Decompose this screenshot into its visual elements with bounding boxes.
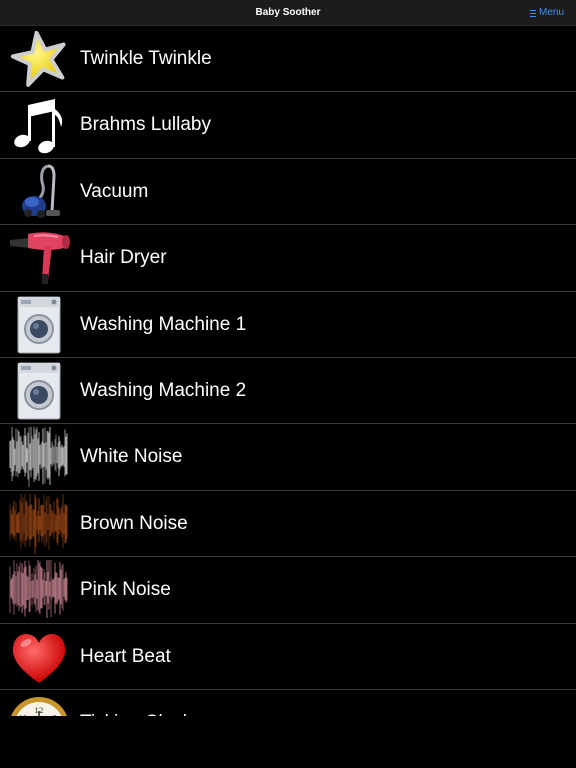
sound-label: Washing Machine 1	[80, 313, 247, 335]
pink-noise-waveform-icon	[8, 560, 70, 620]
star-icon	[8, 29, 70, 89]
sound-row-vacuum[interactable]: Vacuum	[0, 159, 576, 226]
sound-label: Pink Noise	[80, 579, 171, 601]
hair-dryer-icon	[8, 228, 70, 288]
sound-label: Ticking Clock	[80, 690, 192, 716]
menu-button[interactable]: Menu	[529, 0, 564, 26]
navigation-bar: Baby Soother Menu	[0, 0, 576, 26]
washing-machine-icon	[8, 361, 70, 421]
app-title: Baby Soother	[255, 7, 321, 18]
sound-label: Brown Noise	[80, 512, 188, 534]
sound-row-washing-machine-1[interactable]: Washing Machine 1	[0, 292, 576, 358]
sound-label: Heart Beat	[80, 645, 171, 667]
sound-row-ticking-clock[interactable]: 12 10 2 Ticking Clock	[0, 690, 576, 716]
sound-row-white-noise[interactable]: White Noise	[0, 424, 576, 491]
app-root: Baby Soother Menu Twinkle Twinkle Brahms…	[0, 0, 576, 768]
white-noise-waveform-icon	[8, 427, 70, 488]
vacuum-icon	[8, 162, 70, 222]
sound-row-twinkle-twinkle[interactable]: Twinkle Twinkle	[0, 26, 576, 93]
sound-label: Washing Machine 2	[80, 379, 247, 401]
sound-label: Brahms Lullaby	[80, 114, 211, 136]
sound-row-brahms-lullaby[interactable]: Brahms Lullaby	[0, 92, 576, 159]
sound-label: Vacuum	[80, 180, 149, 202]
music-note-icon	[8, 95, 70, 155]
sound-row-heart-beat[interactable]: Heart Beat	[0, 624, 576, 690]
washing-machine-icon	[8, 295, 70, 355]
sound-label: Hair Dryer	[80, 247, 167, 269]
hamburger-icon	[529, 9, 536, 17]
sound-row-pink-noise[interactable]: Pink Noise	[0, 557, 576, 624]
sound-label: White Noise	[80, 446, 183, 468]
menu-button-label: Menu	[538, 7, 564, 18]
sound-label: Twinkle Twinkle	[80, 48, 212, 69]
clock-icon: 12 10 2	[8, 693, 70, 716]
sound-row-brown-noise[interactable]: Brown Noise	[0, 491, 576, 558]
sound-list[interactable]: Twinkle Twinkle Brahms Lullaby Vacuum Ha…	[0, 26, 576, 716]
sound-row-washing-machine-2[interactable]: Washing Machine 2	[0, 358, 576, 425]
brown-noise-waveform-icon	[8, 493, 70, 554]
heart-icon	[8, 627, 70, 687]
sound-row-hair-dryer[interactable]: Hair Dryer	[0, 225, 576, 292]
bottom-area	[0, 716, 576, 768]
